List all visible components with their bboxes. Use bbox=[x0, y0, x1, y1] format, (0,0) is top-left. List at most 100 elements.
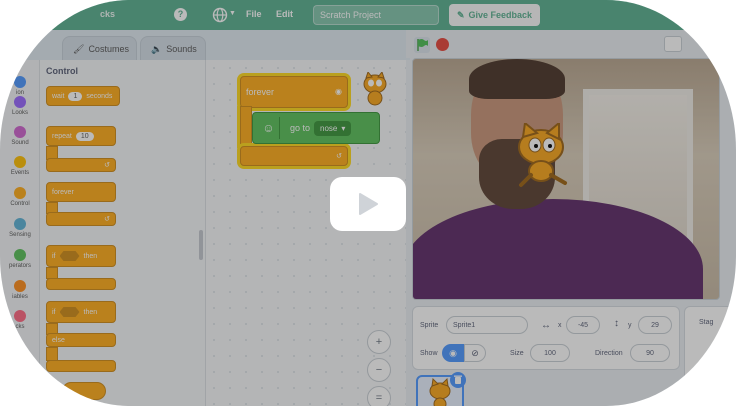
menu-bar: cks ? ▼ File Edit ✎ Give Feedback bbox=[0, 0, 736, 30]
forever-script-arm bbox=[240, 106, 252, 148]
forever-script-foot: ↺ bbox=[240, 146, 348, 166]
condition-slot[interactable] bbox=[59, 307, 80, 317]
vertical-arrows-icon: ↕ bbox=[614, 318, 619, 329]
else-row: else bbox=[46, 333, 116, 347]
file-menu[interactable]: File bbox=[246, 9, 262, 19]
app-title-fragment: cks bbox=[100, 9, 116, 19]
sprite-label: Sprite bbox=[420, 322, 439, 329]
give-feedback-label: Give Feedback bbox=[468, 10, 533, 20]
block-label: forever bbox=[52, 188, 74, 196]
show-label: Show bbox=[420, 350, 438, 357]
category-events[interactable]: Events bbox=[0, 156, 40, 176]
block-label: wait bbox=[52, 92, 65, 100]
show-visible-button[interactable]: ◉ bbox=[442, 344, 464, 362]
horizontal-arrows-icon: ↔ bbox=[541, 320, 551, 331]
category-dot bbox=[14, 156, 26, 168]
category-sound[interactable]: Sound bbox=[0, 126, 40, 146]
category-dot bbox=[14, 249, 26, 261]
category-dot bbox=[14, 76, 26, 88]
cat-sprite-on-stage bbox=[518, 123, 567, 187]
if-else-foot bbox=[46, 360, 116, 372]
category-sensing[interactable]: Sensing bbox=[0, 218, 40, 238]
y-label: y bbox=[628, 322, 632, 329]
condition-slot[interactable] bbox=[59, 251, 80, 261]
palette-scrollbar[interactable] bbox=[199, 230, 203, 260]
speaker-icon: 🔈 bbox=[151, 43, 163, 54]
block-label: else bbox=[52, 336, 65, 344]
face-sensing-icon: ☺ bbox=[258, 117, 280, 139]
tab-costumes-label: Costumes bbox=[88, 44, 129, 54]
give-feedback-button[interactable]: ✎ Give Feedback bbox=[449, 4, 540, 26]
category-operators[interactable]: perators bbox=[0, 249, 40, 269]
dropdown-value: nose bbox=[320, 123, 338, 133]
video-person-hair bbox=[469, 59, 565, 99]
category-dot bbox=[14, 187, 26, 199]
repeat-block[interactable]: repeat 10 bbox=[46, 126, 116, 146]
if-then-block[interactable]: if then bbox=[46, 245, 116, 267]
hat-block-partial[interactable] bbox=[62, 382, 106, 400]
block-label: then bbox=[83, 252, 98, 260]
chevron-down-icon: ▾ bbox=[341, 123, 346, 133]
category-motion[interactable]: ion bbox=[0, 76, 40, 96]
block-label: then bbox=[83, 308, 98, 316]
stage-header bbox=[406, 30, 736, 58]
block-label: forever bbox=[246, 87, 275, 97]
wait-value-input[interactable]: 1 bbox=[68, 91, 83, 101]
category-label: Events bbox=[10, 170, 30, 176]
zoom-out-button[interactable]: − bbox=[367, 358, 391, 382]
collapse-icon: ◉ bbox=[335, 87, 342, 96]
category-variables[interactable]: iables bbox=[0, 280, 40, 300]
stage-selector-panel[interactable]: Stag bbox=[684, 306, 736, 406]
block-label: seconds bbox=[86, 92, 113, 100]
wait-block[interactable]: wait 1 seconds bbox=[46, 86, 120, 106]
category-label: Sensing bbox=[9, 232, 31, 238]
category-label: Control bbox=[10, 201, 30, 207]
forever-palette-block[interactable]: forever bbox=[46, 182, 116, 202]
category-label: Looks bbox=[11, 110, 28, 116]
loop-arrow-icon: ↺ bbox=[336, 153, 342, 160]
globe-icon[interactable] bbox=[212, 7, 228, 23]
x-position-field[interactable]: -45 bbox=[566, 316, 600, 334]
stage-canvas[interactable] bbox=[412, 58, 720, 300]
category-control[interactable]: Control bbox=[0, 187, 40, 207]
green-flag-icon bbox=[417, 39, 428, 51]
delete-sprite-button[interactable] bbox=[450, 372, 466, 388]
category-dot bbox=[14, 310, 26, 322]
project-title-input[interactable] bbox=[313, 5, 439, 25]
else-arm bbox=[46, 347, 58, 361]
green-flag-button[interactable] bbox=[414, 37, 430, 53]
direction-field[interactable]: 90 bbox=[630, 344, 670, 362]
tab-sounds[interactable]: 🔈 Sounds bbox=[140, 36, 206, 61]
category-my-blocks[interactable]: cks bbox=[0, 310, 40, 330]
category-label: iables bbox=[12, 294, 28, 300]
goto-block[interactable]: ☺ go to nose ▾ bbox=[252, 112, 380, 144]
if-else-block[interactable]: if then bbox=[46, 301, 116, 323]
pencil-icon: ✎ bbox=[456, 9, 465, 20]
size-field[interactable]: 100 bbox=[530, 344, 570, 362]
show-hidden-button[interactable]: ⊘ bbox=[464, 344, 486, 362]
zoom-in-button[interactable]: + bbox=[367, 330, 391, 354]
stage-layout-button[interactable] bbox=[664, 36, 682, 52]
repeat-value-input[interactable]: 10 bbox=[75, 131, 94, 141]
block-label: go to bbox=[290, 123, 311, 133]
category-dot bbox=[14, 96, 26, 108]
tab-sounds-label: Sounds bbox=[166, 44, 197, 54]
if-block-foot bbox=[46, 278, 116, 290]
category-label: cks bbox=[15, 324, 25, 330]
stop-button[interactable] bbox=[436, 38, 449, 51]
category-label: perators bbox=[8, 263, 31, 269]
x-label: x bbox=[558, 322, 562, 329]
cat-sprite-icon bbox=[363, 72, 387, 106]
forever-script-block[interactable]: forever ◉ bbox=[240, 76, 348, 108]
y-position-field[interactable]: 29 bbox=[638, 316, 672, 334]
help-icon[interactable]: ? bbox=[174, 8, 187, 21]
sprite-name-field[interactable]: Sprite1 bbox=[446, 316, 528, 334]
goto-target-dropdown[interactable]: nose ▾ bbox=[314, 120, 352, 136]
zoom-reset-button[interactable]: = bbox=[367, 386, 391, 406]
category-looks[interactable]: Looks bbox=[0, 96, 40, 116]
tab-costumes[interactable]: 🖌 Costumes bbox=[62, 36, 137, 61]
video-play-button[interactable] bbox=[330, 177, 406, 231]
chevron-down-icon[interactable]: ▼ bbox=[229, 10, 236, 17]
edit-menu[interactable]: Edit bbox=[276, 9, 293, 19]
zoom-out-icon: − bbox=[375, 364, 383, 376]
